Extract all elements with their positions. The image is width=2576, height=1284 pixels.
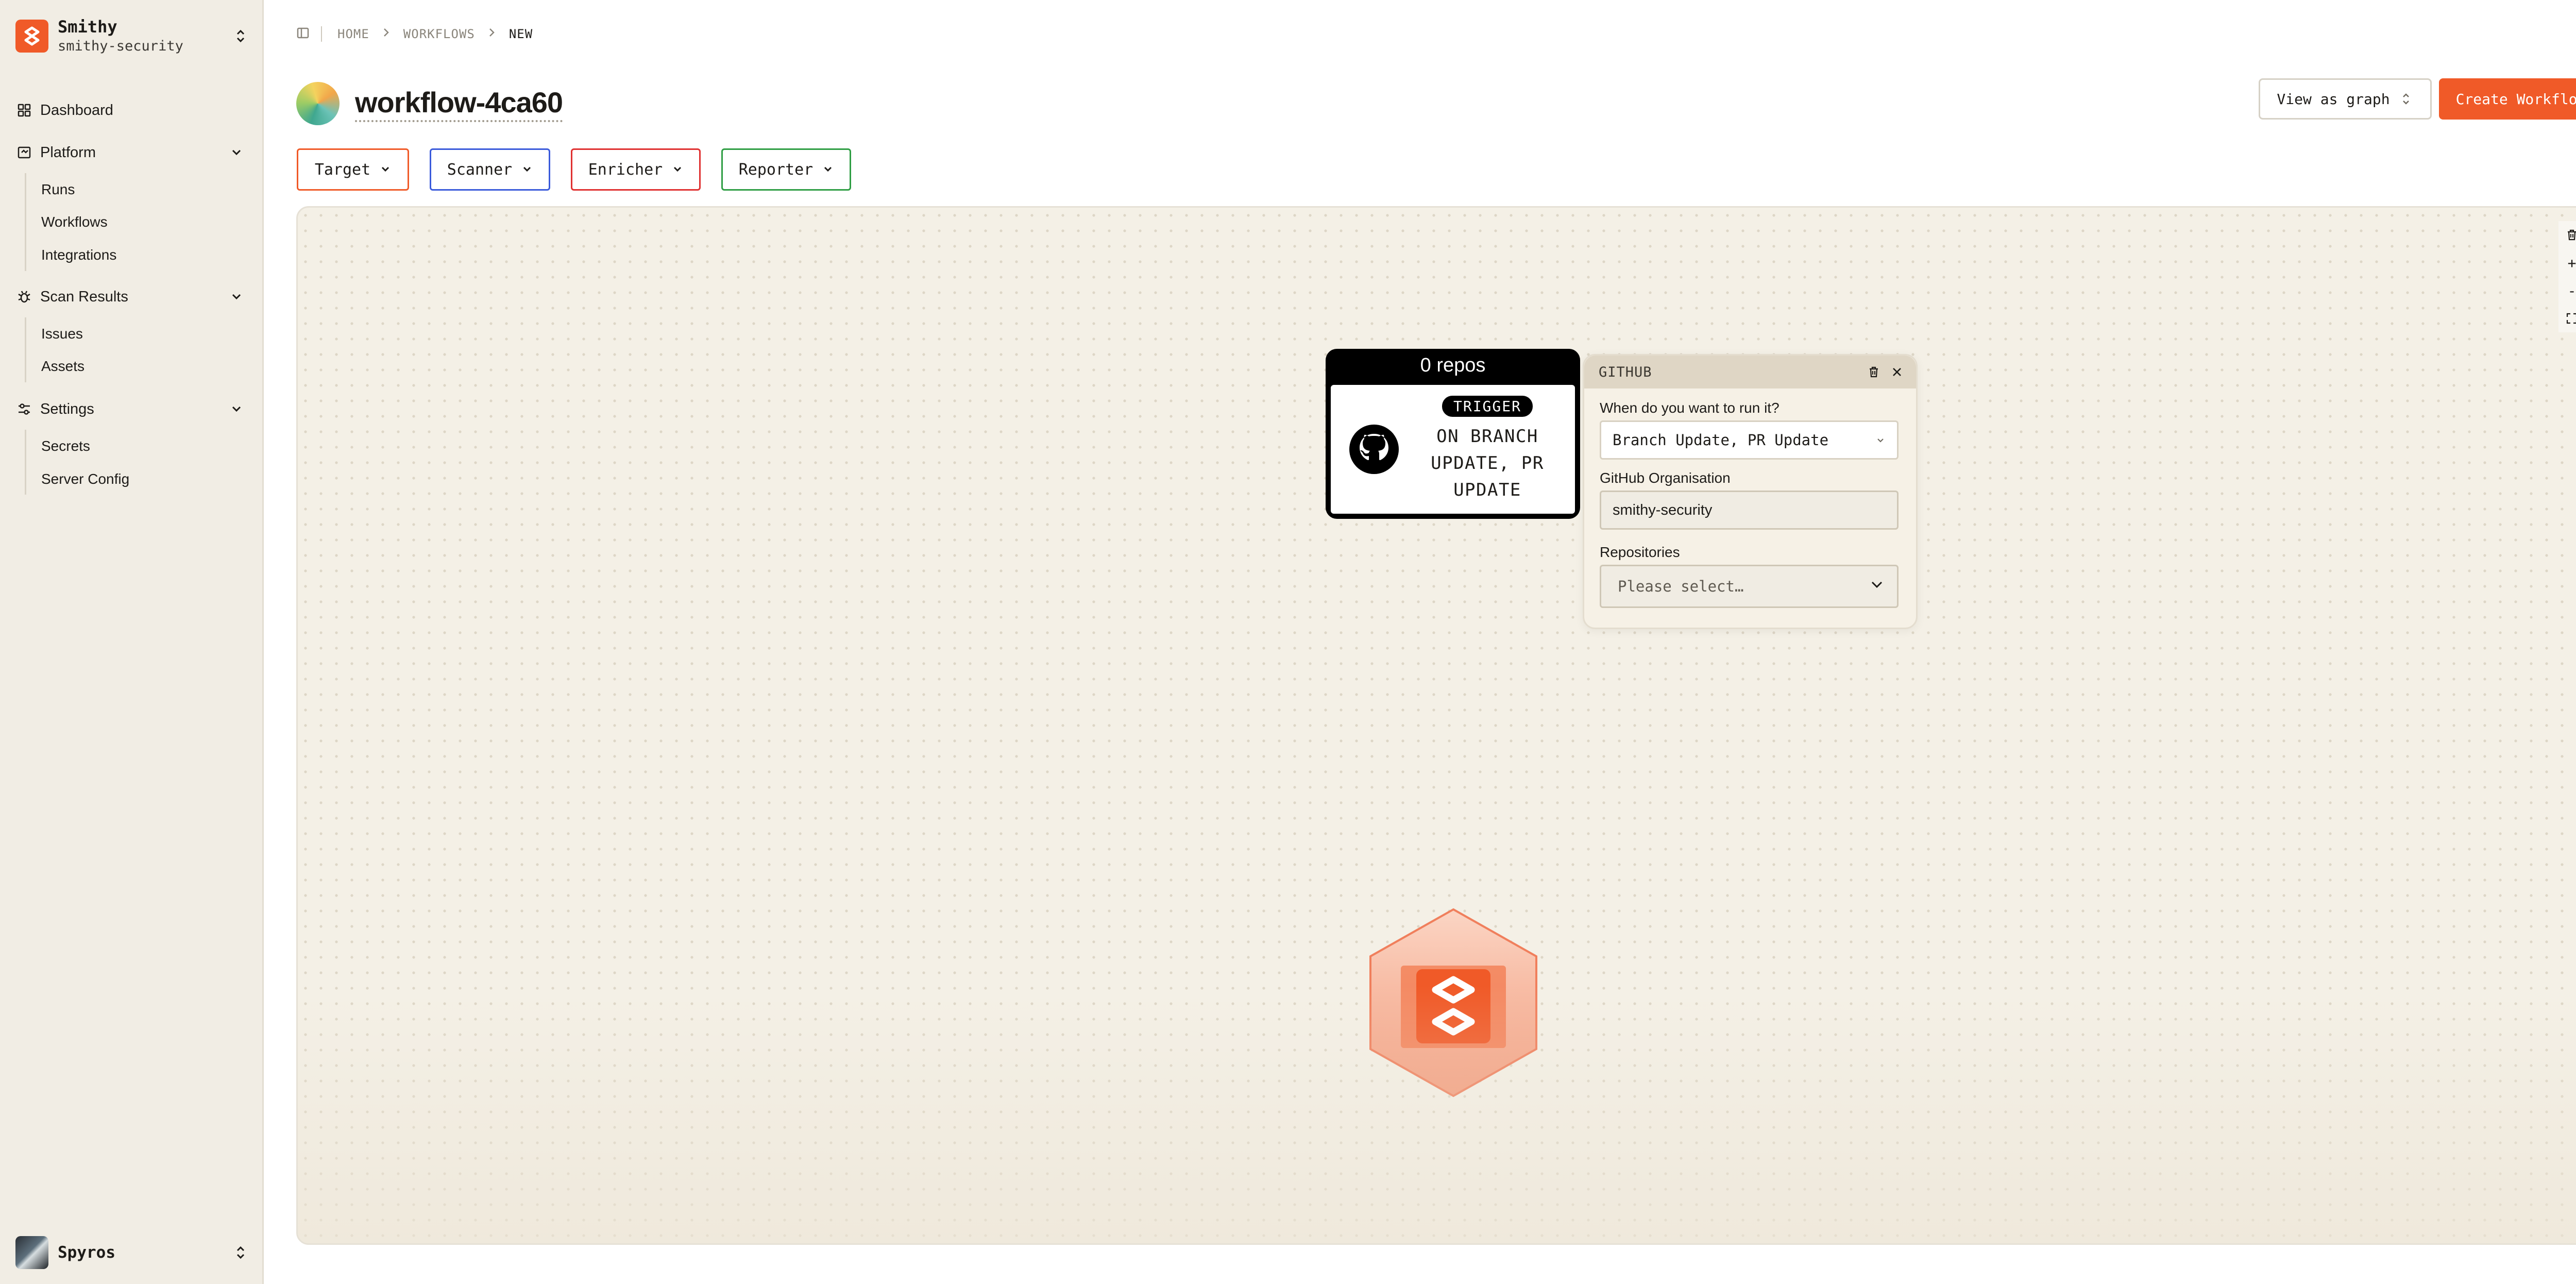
- filter-label: Enricher: [588, 160, 663, 179]
- chevrons-up-down-icon: [233, 26, 248, 46]
- org-switcher[interactable]: Smithy smithy-security: [15, 14, 248, 58]
- chevron-down-icon: [230, 402, 243, 419]
- create-workflow-button[interactable]: Create Workflow: [2439, 78, 2576, 120]
- workflow-avatar-icon: [296, 82, 340, 125]
- close-icon[interactable]: [1891, 366, 1903, 378]
- sidebar-item-integrations[interactable]: Integrations: [41, 242, 116, 268]
- view-as-graph-select[interactable]: View as graph: [2259, 78, 2432, 120]
- sidebar: Smithy smithy-security Dashboard Platfor…: [0, 0, 264, 1284]
- panel-title: GITHUB: [1599, 364, 1652, 380]
- node-repo-count: 0 repos: [1420, 354, 1486, 376]
- topbar: HOME WORKFLOWS NEW: [296, 23, 533, 45]
- subnav-guide-line: [25, 317, 26, 382]
- canvas-controls: + -: [2558, 221, 2576, 332]
- chevron-right-icon: [383, 27, 390, 41]
- zoom-in-button[interactable]: +: [2558, 249, 2576, 277]
- breadcrumb-home[interactable]: HOME: [337, 27, 369, 41]
- trigger-badge: TRIGGER: [1442, 395, 1533, 417]
- smithy-hex-node[interactable]: [1368, 907, 1538, 1098]
- run-trigger-label: When do you want to run it?: [1600, 400, 1780, 416]
- bug-icon: [15, 288, 33, 306]
- trigger-line: ON BRANCH: [1436, 426, 1538, 447]
- sidebar-item-settings[interactable]: Settings: [15, 395, 248, 424]
- subnav-guide-line: [25, 430, 26, 495]
- trash-icon[interactable]: [2558, 221, 2576, 249]
- filter-scanner[interactable]: Scanner: [430, 148, 550, 191]
- sidebar-item-assets[interactable]: Assets: [41, 353, 84, 379]
- filter-label: Target: [314, 160, 371, 179]
- trigger-line: UPDATE, PR: [1431, 452, 1544, 474]
- sidebar-item-server-config[interactable]: Server Config: [41, 466, 129, 492]
- github-org-input[interactable]: smithy-security: [1600, 491, 1899, 530]
- run-trigger-value: Branch Update, PR Update: [1613, 431, 1829, 449]
- chevron-down-icon: [822, 161, 834, 179]
- sidebar-item-label: Platform: [40, 144, 96, 161]
- trash-icon[interactable]: [1868, 366, 1880, 378]
- avatar: [15, 1236, 48, 1269]
- sidebar-item-secrets[interactable]: Secrets: [41, 433, 90, 459]
- chevron-down-icon: [230, 145, 243, 163]
- chevron-down-icon: [1875, 431, 1886, 449]
- repositories-select[interactable]: Please select…: [1600, 565, 1899, 608]
- sidebar-item-issues[interactable]: Issues: [41, 321, 83, 347]
- org-name: Smithy: [58, 17, 117, 37]
- view-as-graph-label: View as graph: [2277, 90, 2390, 108]
- page-header: workflow-4ca60: [296, 81, 563, 126]
- repositories-placeholder: Please select…: [1618, 578, 1744, 595]
- user-menu[interactable]: Spyros: [15, 1235, 248, 1271]
- sidebar-item-label: Scan Results: [40, 288, 128, 305]
- filter-label: Reporter: [738, 160, 814, 179]
- chevrons-up-down-icon: [233, 1242, 248, 1263]
- sidebar-item-scan-results[interactable]: Scan Results: [15, 282, 248, 311]
- github-icon: [1348, 424, 1400, 475]
- trigger-events: ON BRANCH UPDATE, PR UPDATE: [1431, 423, 1544, 503]
- sidebar-toggle-icon[interactable]: [296, 26, 310, 42]
- trigger-line: UPDATE: [1453, 479, 1521, 500]
- chevron-right-icon: [488, 27, 496, 41]
- subnav-guide-line: [25, 173, 26, 271]
- run-trigger-select[interactable]: Branch Update, PR Update: [1600, 420, 1899, 460]
- workflow-canvas[interactable]: + - 0 repos TRIGGER ON BRANCH UPDATE, PR…: [296, 206, 2576, 1245]
- org-slug: smithy-security: [58, 38, 183, 54]
- chevron-down-icon: [230, 290, 243, 307]
- smithy-logo-icon: [15, 20, 48, 53]
- sidebar-item-dashboard[interactable]: Dashboard: [15, 96, 248, 125]
- breadcrumb-workflows[interactable]: WORKFLOWS: [403, 27, 475, 41]
- sidebar-item-platform[interactable]: Platform: [15, 138, 248, 167]
- user-name: Spyros: [58, 1243, 115, 1262]
- sidebar-item-runs[interactable]: Runs: [41, 177, 75, 202]
- platform-icon: [15, 144, 33, 161]
- filter-reporter[interactable]: Reporter: [721, 148, 851, 191]
- sidebar-item-label: Dashboard: [40, 102, 113, 119]
- zoom-out-button[interactable]: -: [2558, 277, 2576, 305]
- breadcrumb-current: NEW: [509, 27, 533, 41]
- divider: [321, 26, 322, 42]
- chevron-down-icon: [521, 161, 533, 179]
- filter-enricher[interactable]: Enricher: [571, 148, 701, 191]
- chevron-down-icon: [1868, 576, 1886, 597]
- github-trigger-node[interactable]: 0 repos TRIGGER ON BRANCH UPDATE, PR UPD…: [1326, 349, 1580, 519]
- sidebar-item-label: Settings: [40, 400, 94, 417]
- repositories-label: Repositories: [1600, 544, 1680, 560]
- github-config-panel: GITHUB When do you want to run it? Branc…: [1583, 354, 1918, 629]
- settings-sliders-icon: [15, 400, 33, 418]
- github-org-label: GitHub Organisation: [1600, 470, 1731, 486]
- filter-target[interactable]: Target: [297, 148, 409, 191]
- sidebar-item-workflows[interactable]: Workflows: [41, 209, 108, 235]
- dashboard-icon: [15, 102, 33, 119]
- chevrons-up-down-icon: [2398, 89, 2414, 109]
- filter-label: Scanner: [447, 160, 513, 179]
- fit-view-icon[interactable]: [2558, 305, 2576, 332]
- page-title[interactable]: workflow-4ca60: [355, 86, 563, 122]
- github-org-value: smithy-security: [1613, 501, 1713, 518]
- chevron-down-icon: [380, 161, 391, 179]
- chevron-down-icon: [672, 161, 683, 179]
